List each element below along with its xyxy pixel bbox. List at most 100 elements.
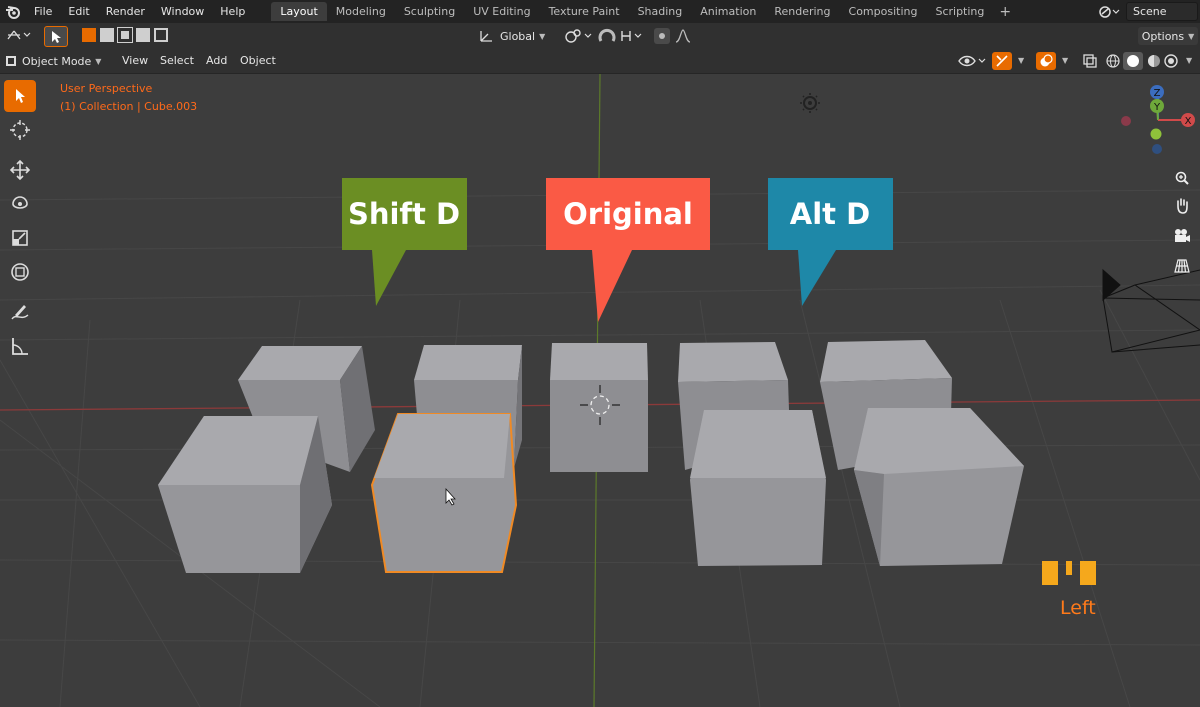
mouse-button-label: Left bbox=[1060, 597, 1096, 619]
tab-texture-paint[interactable]: Texture Paint bbox=[540, 2, 629, 21]
camera-view-icon[interactable] bbox=[1170, 224, 1194, 248]
chevron-down-icon[interactable]: ▼ bbox=[1062, 56, 1068, 65]
transform-tool[interactable] bbox=[4, 256, 36, 288]
3d-viewport[interactable]: Shift D Original Alt D Z X Y User Perspe… bbox=[0, 74, 1200, 707]
chevron-down-icon: ▼ bbox=[95, 56, 102, 66]
wireframe-shading-icon[interactable] bbox=[1105, 53, 1121, 72]
mode-label: Object Mode bbox=[22, 54, 92, 68]
chevron-down-icon: ▼ bbox=[1188, 31, 1195, 41]
snap-icon[interactable] bbox=[598, 27, 616, 48]
chevron-down-icon[interactable]: ▼ bbox=[1186, 56, 1192, 65]
rotate-tool[interactable] bbox=[4, 188, 36, 220]
callout-original: Original bbox=[546, 178, 710, 322]
select-tool-icon[interactable] bbox=[44, 26, 68, 47]
chevron-down-icon: ▼ bbox=[539, 31, 546, 41]
menu-view[interactable]: View bbox=[122, 52, 148, 70]
transform-orientation-icon[interactable] bbox=[6, 28, 32, 45]
menu-help[interactable]: Help bbox=[212, 0, 253, 23]
material-shading-icon[interactable] bbox=[1146, 53, 1162, 72]
scale-tool[interactable] bbox=[4, 222, 36, 254]
menu-window[interactable]: Window bbox=[153, 0, 212, 23]
menu-file[interactable]: File bbox=[26, 0, 60, 23]
selection-mode-extend-icon[interactable] bbox=[100, 28, 114, 42]
menu-add[interactable]: Add bbox=[206, 52, 227, 70]
tab-shading[interactable]: Shading bbox=[629, 2, 692, 21]
gizmo-toggle-icon[interactable] bbox=[992, 52, 1012, 70]
blender-logo-icon[interactable] bbox=[0, 0, 26, 23]
selection-mode-invert-icon[interactable] bbox=[136, 28, 150, 42]
measure-tool[interactable] bbox=[4, 330, 36, 362]
collection-label: (1) Collection | Cube.003 bbox=[60, 100, 198, 113]
selection-mode-new-icon[interactable] bbox=[82, 28, 96, 42]
navigation-gizmo: Z X Y bbox=[1121, 85, 1195, 154]
scene-name-field[interactable]: Scene bbox=[1126, 2, 1198, 21]
select-box-tool[interactable] bbox=[4, 80, 36, 112]
mouse-wheel-icon bbox=[1066, 561, 1072, 575]
mouse-button-right-icon bbox=[1080, 561, 1096, 585]
tab-modeling[interactable]: Modeling bbox=[327, 2, 395, 21]
pan-view-icon[interactable] bbox=[1170, 194, 1194, 218]
move-tool[interactable] bbox=[4, 154, 36, 186]
annotate-tool[interactable] bbox=[4, 296, 36, 328]
options-dropdown[interactable]: Options ▼ bbox=[1138, 27, 1198, 45]
tab-animation[interactable]: Animation bbox=[691, 2, 765, 21]
tool-settings-bar: Global ▼ Options ▼ bbox=[0, 23, 1200, 49]
solid-shading-icon[interactable] bbox=[1123, 52, 1143, 70]
mode-dropdown[interactable]: Object Mode ▼ bbox=[6, 52, 101, 70]
menu-edit[interactable]: Edit bbox=[60, 0, 97, 23]
orientation-label: Global bbox=[500, 29, 536, 43]
cube-original bbox=[550, 343, 648, 472]
cube-front-1 bbox=[158, 416, 332, 573]
callout-original-label: Original bbox=[563, 197, 693, 231]
menu-render[interactable]: Render bbox=[98, 0, 153, 23]
callout-shift-d: Shift D bbox=[342, 178, 467, 306]
visibility-icon[interactable] bbox=[958, 53, 988, 69]
callout-alt-d: Alt D bbox=[768, 178, 893, 306]
toolbar-left bbox=[4, 80, 40, 364]
add-workspace-icon[interactable]: + bbox=[993, 4, 1017, 20]
tab-uv-editing[interactable]: UV Editing bbox=[464, 2, 539, 21]
proportional-falloff-icon[interactable] bbox=[674, 28, 692, 47]
cube-front-4 bbox=[854, 408, 1024, 566]
mouse-left-indicator bbox=[1042, 561, 1098, 585]
tab-layout[interactable]: Layout bbox=[271, 2, 327, 21]
cube-front-3 bbox=[690, 410, 826, 566]
svg-text:Y: Y bbox=[1153, 102, 1161, 113]
proportional-editing-icon[interactable] bbox=[654, 28, 670, 44]
tab-sculpting[interactable]: Sculpting bbox=[395, 2, 464, 21]
snap-target-icon[interactable] bbox=[620, 28, 644, 47]
svg-text:X: X bbox=[1185, 116, 1192, 127]
tab-compositing[interactable]: Compositing bbox=[840, 2, 927, 21]
options-label: Options bbox=[1141, 29, 1185, 43]
camera-object bbox=[1102, 268, 1200, 353]
chevron-down-icon[interactable]: ▼ bbox=[1018, 56, 1024, 65]
svg-text:Z: Z bbox=[1154, 88, 1161, 99]
callout-alt-d-label: Alt D bbox=[790, 197, 870, 231]
top-bar: File Edit Render Window Help Layout Mode… bbox=[0, 0, 1200, 23]
cursor-tool[interactable] bbox=[4, 114, 36, 146]
cube-selected bbox=[370, 413, 518, 573]
transform-orientation-dropdown[interactable]: Global ▼ bbox=[478, 27, 545, 45]
tab-scripting[interactable]: Scripting bbox=[926, 2, 993, 21]
view-perspective-label: User Perspective bbox=[60, 82, 153, 95]
perspective-toggle-icon[interactable] bbox=[1170, 254, 1194, 278]
menu-object[interactable]: Object bbox=[240, 52, 276, 70]
pivot-point-icon[interactable] bbox=[564, 28, 594, 44]
rendered-shading-icon[interactable] bbox=[1163, 53, 1179, 72]
light-object bbox=[800, 93, 820, 113]
callout-shift-d-label: Shift D bbox=[348, 197, 460, 231]
menu-select[interactable]: Select bbox=[160, 52, 194, 70]
selection-mode-intersect-icon[interactable] bbox=[154, 28, 168, 42]
xray-toggle-icon[interactable] bbox=[1082, 53, 1098, 72]
zoom-view-icon[interactable] bbox=[1170, 166, 1194, 190]
scene-selector: Scene bbox=[1098, 0, 1200, 23]
overlays-toggle-icon[interactable] bbox=[1036, 52, 1056, 70]
workspace-tabs: Layout Modeling Sculpting UV Editing Tex… bbox=[271, 0, 1017, 23]
tab-rendering[interactable]: Rendering bbox=[765, 2, 839, 21]
viewport-header: Object Mode ▼ View Select Add Object ▼ ▼… bbox=[0, 49, 1200, 74]
mouse-button-left-icon bbox=[1042, 561, 1058, 585]
selection-mode-subtract-icon[interactable] bbox=[117, 27, 133, 43]
scene-type-icon[interactable] bbox=[1098, 5, 1120, 19]
viewport-scene: Shift D Original Alt D Z X Y bbox=[0, 74, 1200, 707]
object-mode-icon bbox=[6, 56, 16, 66]
